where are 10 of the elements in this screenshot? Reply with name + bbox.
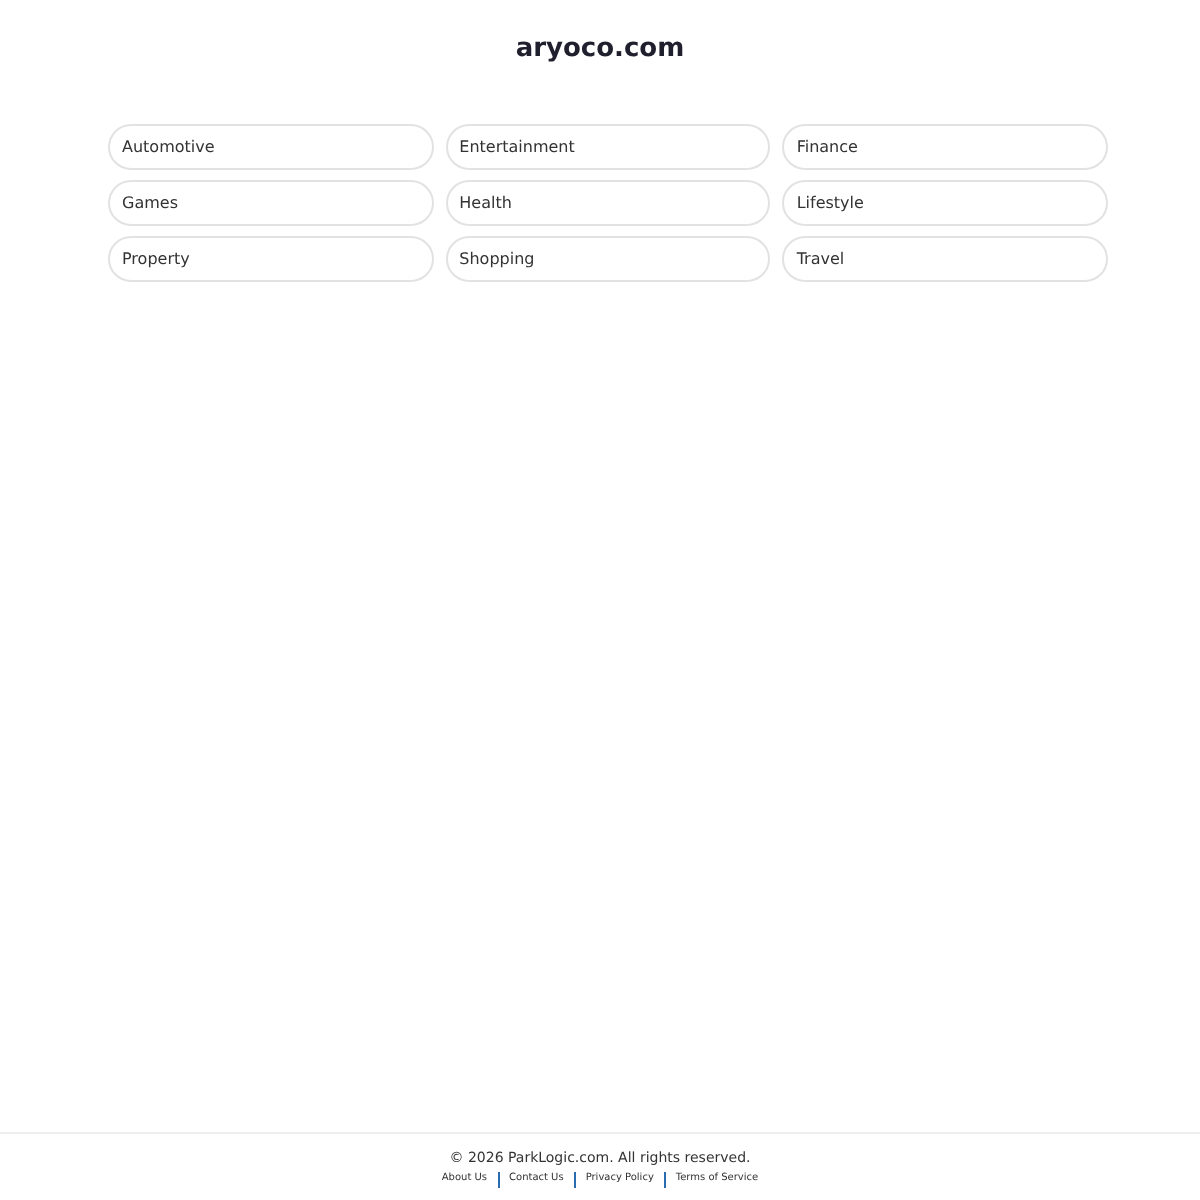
category-link[interactable]: Travel bbox=[782, 236, 1108, 282]
category-link[interactable]: Games bbox=[108, 180, 434, 226]
category-link[interactable]: Health bbox=[445, 180, 771, 226]
category-link[interactable]: Automotive bbox=[108, 124, 434, 170]
category-link[interactable]: Property bbox=[108, 236, 434, 282]
category-link[interactable]: Entertainment bbox=[445, 124, 771, 170]
category-link[interactable]: Finance bbox=[782, 124, 1108, 170]
category-link[interactable]: Lifestyle bbox=[782, 180, 1108, 226]
category-link[interactable]: Shopping bbox=[445, 236, 771, 282]
site-title: aryoco.com bbox=[513, 32, 687, 68]
